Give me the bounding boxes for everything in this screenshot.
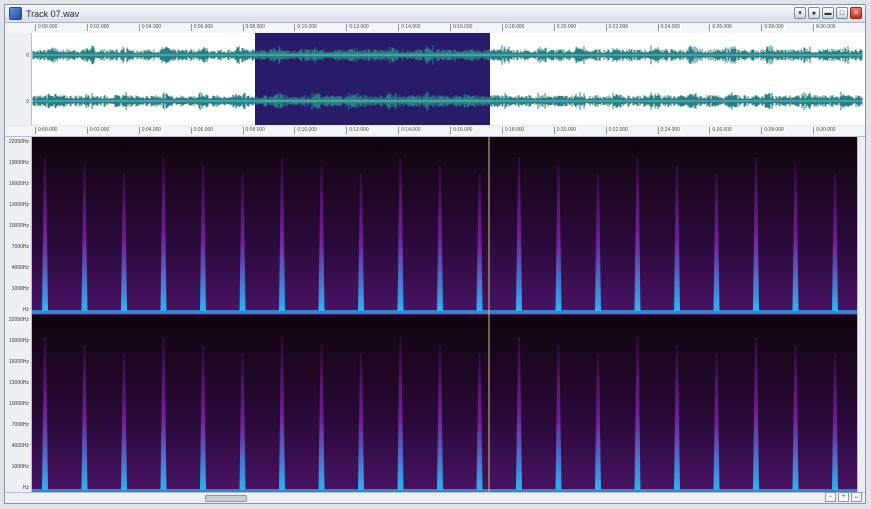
ruler-top-tick-label: 0:02.000 bbox=[86, 24, 112, 31]
spectrogram-channel-1[interactable] bbox=[32, 137, 858, 315]
vertical-scrollbar[interactable] bbox=[857, 137, 865, 494]
ruler-bottom-tick-label: 0:22.000 bbox=[605, 127, 631, 134]
freq-label-top: 19000Hz bbox=[8, 160, 29, 166]
ruler-bottom-tick-label: 0:30.000 bbox=[813, 127, 838, 134]
zoom-fit-button[interactable]: ↔ bbox=[851, 492, 862, 502]
ruler-top-tick-label: 0:16.000 bbox=[450, 24, 475, 31]
ruler-top-tick-label: 0:04.000 bbox=[138, 24, 164, 31]
freq-label-bottom: 7000Hz bbox=[11, 422, 29, 428]
ruler-top-tick-label: 0:00.000 bbox=[35, 24, 60, 31]
freq-label-top: 10000Hz bbox=[8, 223, 29, 229]
ruler-top-tick-label: 0:12.000 bbox=[346, 24, 371, 31]
selection-region[interactable] bbox=[255, 33, 490, 125]
ruler-bottom-tick-label: 0:06.000 bbox=[190, 127, 216, 134]
ruler-top-tick-label: 0:14.000 bbox=[398, 24, 423, 31]
window-title: Track 07.wav bbox=[26, 8, 80, 19]
ruler-bottom-tick-label: 0:04.000 bbox=[138, 127, 164, 134]
freq-label-top: 22050Hz bbox=[8, 139, 29, 145]
freq-label-bottom: 13000Hz bbox=[8, 380, 29, 386]
horizontal-scrollbar[interactable]: − + ↔ bbox=[5, 492, 865, 503]
freq-label-top: Hz bbox=[22, 307, 29, 313]
ruler-top-tick-label: 0:06.000 bbox=[190, 24, 216, 31]
ruler-bottom-tick-label: 0:08.000 bbox=[242, 127, 267, 134]
frequency-scale: 22050Hz 19000Hz 16000Hz 13000Hz 10000Hz 7000H… bbox=[5, 137, 32, 494]
freq-label-bottom: 10000Hz bbox=[8, 401, 29, 407]
ruler-top-tick-label: 0:10.000 bbox=[294, 24, 319, 31]
ruler-bottom-tick-label: 0:12.000 bbox=[346, 127, 371, 134]
ruler-top-tick-label: 0:30.000 bbox=[813, 24, 838, 31]
zoom-controls: − + ↔ bbox=[825, 492, 862, 502]
scrollbar-thumb[interactable] bbox=[205, 495, 247, 502]
spectrogram-display[interactable] bbox=[5, 137, 858, 494]
ruler-top-tick-label: 0:20.000 bbox=[553, 24, 579, 31]
freq-label-top: 13000Hz bbox=[8, 202, 29, 208]
zoom-in-button[interactable]: + bbox=[838, 492, 849, 502]
menu-button[interactable]: ▾ bbox=[794, 7, 806, 19]
ruler-bottom-tick-label: 0:00.000 bbox=[35, 127, 60, 134]
freq-label-top: 1000Hz bbox=[11, 286, 29, 292]
ruler-top-tick-label: 0:26.000 bbox=[709, 24, 734, 31]
editor-window: Track 07.wav ▾ ● ▬ □ ✕ 0:00.000 0:02.000 0… bbox=[4, 4, 866, 504]
freq-label-bottom: 16000Hz bbox=[8, 359, 29, 365]
freq-label-bottom: 19000Hz bbox=[8, 338, 29, 344]
ruler-top-tick-label: 0:24.000 bbox=[657, 24, 682, 31]
ruler-bottom-tick-label: 0:14.000 bbox=[398, 127, 423, 134]
freq-label-bottom: Hz bbox=[22, 485, 29, 491]
waveform-pane[interactable]: 0 0 bbox=[5, 33, 865, 125]
ruler-bottom-tick-label: 0:26.000 bbox=[709, 127, 734, 134]
record-button[interactable]: ● bbox=[808, 7, 820, 19]
ruler-bottom-tick-label: 0:24.000 bbox=[657, 127, 682, 134]
ruler-bottom-tick-label: 0:16.000 bbox=[450, 127, 475, 134]
freq-label-bottom: 4000Hz bbox=[11, 443, 29, 449]
title-buttons: ▾ ● ▬ □ ✕ bbox=[794, 7, 862, 19]
ruler-top-tick-label: 0:28.000 bbox=[761, 24, 786, 31]
ruler-bottom-tick-label: 0:20.000 bbox=[553, 127, 579, 134]
spectrogram-channel-2[interactable] bbox=[32, 317, 858, 494]
freq-label-bottom: 22050Hz bbox=[8, 317, 29, 323]
zoom-out-button[interactable]: − bbox=[825, 492, 836, 502]
freq-label-top: 7000Hz bbox=[11, 244, 29, 250]
minimize-button[interactable]: ▬ bbox=[822, 7, 834, 19]
maximize-button[interactable]: □ bbox=[836, 7, 848, 19]
ruler-top-tick-label: 0:22.000 bbox=[605, 24, 631, 31]
title-bar[interactable]: Track 07.wav ▾ ● ▬ □ ✕ bbox=[5, 5, 865, 23]
spectrogram-pane[interactable]: 22050Hz 19000Hz 16000Hz 13000Hz 10000Hz 7000H… bbox=[5, 137, 865, 494]
ruler-top-tick-label: 0:18.000 bbox=[501, 24, 527, 31]
app-icon bbox=[9, 7, 22, 20]
ruler-bottom-tick-label: 0:18.000 bbox=[501, 127, 527, 134]
ruler-top-tick-label: 0:08.000 bbox=[242, 24, 267, 31]
freq-label-top: 4000Hz bbox=[11, 265, 29, 271]
close-button[interactable]: ✕ bbox=[850, 7, 862, 19]
freq-label-bottom: 1000Hz bbox=[11, 464, 29, 470]
freq-label-top: 16000Hz bbox=[8, 181, 29, 187]
waveform-display[interactable] bbox=[5, 33, 865, 125]
ruler-bottom-tick-label: 0:02.000 bbox=[86, 127, 112, 134]
timeline-ruler-bottom[interactable]: 0:00.000 0:02.000 0:04.000 0:06.000 0:08.000… bbox=[5, 126, 865, 137]
ruler-bottom-tick-label: 0:10.000 bbox=[294, 127, 319, 134]
ruler-bottom-tick-label: 0:28.000 bbox=[761, 127, 786, 134]
